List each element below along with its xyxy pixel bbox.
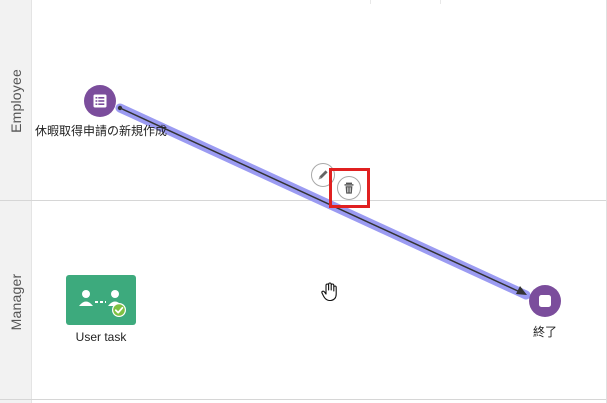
connection-line[interactable] bbox=[119, 107, 521, 293]
end-node-label: 終了 bbox=[532, 325, 557, 339]
hand-cursor-icon bbox=[321, 282, 337, 302]
stop-icon bbox=[539, 295, 551, 307]
users-check-icon bbox=[79, 290, 126, 317]
user-task-node[interactable] bbox=[66, 275, 136, 325]
connection-source-dot bbox=[117, 105, 123, 111]
start-node-label: 休暇取得申請の新規作成 bbox=[34, 124, 167, 138]
delete-connection-button[interactable] bbox=[337, 176, 361, 200]
process-canvas[interactable]: Employee Manager 休暇取得申請の新規作成 終了 User tas… bbox=[0, 0, 607, 403]
list-icon bbox=[93, 94, 107, 108]
user-task-label: User task bbox=[75, 330, 127, 344]
trash-icon bbox=[344, 182, 354, 194]
pencil-icon bbox=[318, 170, 328, 180]
edit-connection-button[interactable] bbox=[311, 163, 335, 187]
start-node[interactable] bbox=[84, 85, 116, 117]
end-node[interactable] bbox=[529, 285, 561, 317]
